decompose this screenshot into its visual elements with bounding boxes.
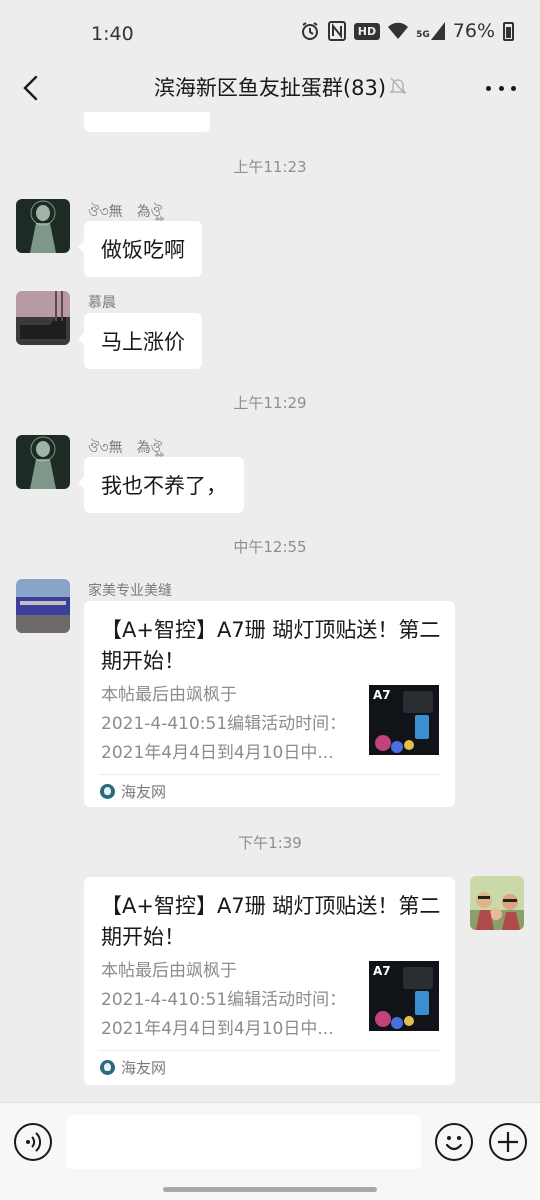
more-options-button[interactable] [486, 70, 516, 106]
message-bubble[interactable]: 马上涨价 [78, 313, 202, 369]
timestamp: 上午11:29 [233, 394, 307, 412]
avatar[interactable] [16, 435, 70, 489]
chat-title: 滨海新区鱼友扯蛋群(83) [153, 76, 387, 100]
mute-bell-icon [389, 77, 407, 95]
more-functions-button[interactable] [489, 1123, 527, 1161]
timestamp: 下午1:39 [238, 834, 302, 852]
emoji-icon [445, 1136, 463, 1151]
nfc-icon [327, 21, 346, 41]
more-dot [498, 85, 504, 91]
message-input[interactable] [66, 1115, 421, 1169]
status-bar: 1:40 HD 5G 76% [0, 0, 540, 64]
more-dot [486, 85, 491, 91]
input-bar [0, 1102, 540, 1200]
hd-icon: HD [353, 22, 381, 40]
message-bubble[interactable]: 我也不养了， [78, 457, 244, 513]
card-title: 【A+智控】A7珊 瑚灯顶贴送！第二期开始！ [101, 618, 441, 673]
battery-icon [503, 21, 514, 41]
home-indicator [163, 1187, 377, 1192]
chat-messages[interactable]: 上午11:23 ঔ৩無 為ঔৣ 做饭吃啊 慕晨 马上涨价 上午11:29 ঔ৩無… [0, 112, 540, 1102]
link-card[interactable]: 【A+智控】A7珊 瑚灯顶贴送！第二期开始！ 本帖最后由飒枫于 2021-4-4… [84, 877, 455, 1085]
alarm-icon [301, 22, 318, 40]
card-thumbnail: A7 [369, 961, 439, 1031]
card-description: 本帖最后由飒枫于 2021-4-410:51编辑活动时间： 2021年4月4日到… [101, 961, 347, 1039]
avatar-self[interactable] [470, 876, 524, 930]
voice-icon [26, 1132, 42, 1152]
voice-input-button[interactable] [14, 1123, 52, 1161]
avatar[interactable] [16, 199, 70, 253]
status-time: 1:40 [91, 23, 134, 45]
timestamp: 上午11:23 [233, 158, 307, 176]
avatar[interactable] [16, 291, 70, 345]
avatar[interactable] [16, 579, 70, 633]
timestamp: 中午12:55 [233, 538, 307, 556]
card-thumbnail: A7 [369, 685, 439, 755]
sender-name: 慕晨 [88, 295, 116, 311]
message-bubble-partial[interactable] [84, 112, 210, 132]
status-icons: HD 5G 76% [300, 20, 514, 42]
message-bubble[interactable]: 做饭吃啊 [78, 221, 202, 277]
chat-header: 滨海新区鱼友扯蛋群(83) [0, 64, 540, 112]
card-description: 本帖最后由飒枫于 2021-4-410:51编辑活动时间： 2021年4月4日到… [101, 685, 347, 763]
link-card[interactable]: 【A+智控】A7珊 瑚灯顶贴送！第二期开始！ 本帖最后由飒枫于 2021-4-4… [84, 601, 455, 807]
card-divider [98, 774, 441, 775]
card-source: 海友网 [100, 781, 166, 802]
card-source: 海友网 [100, 1057, 166, 1078]
more-dot [511, 85, 516, 91]
battery-text: 76% [452, 20, 495, 42]
card-divider [98, 1050, 441, 1051]
source-logo-icon [100, 784, 115, 799]
sender-name: 家美专业美缝 [88, 583, 172, 599]
card-title: 【A+智控】A7珊 瑚灯顶贴送！第二期开始！ [101, 894, 441, 949]
signal-5g-icon: 5G [416, 22, 445, 40]
emoji-button[interactable] [435, 1123, 473, 1161]
source-logo-icon [100, 1060, 115, 1075]
wifi-icon [388, 22, 409, 39]
plus-icon [498, 1132, 518, 1152]
